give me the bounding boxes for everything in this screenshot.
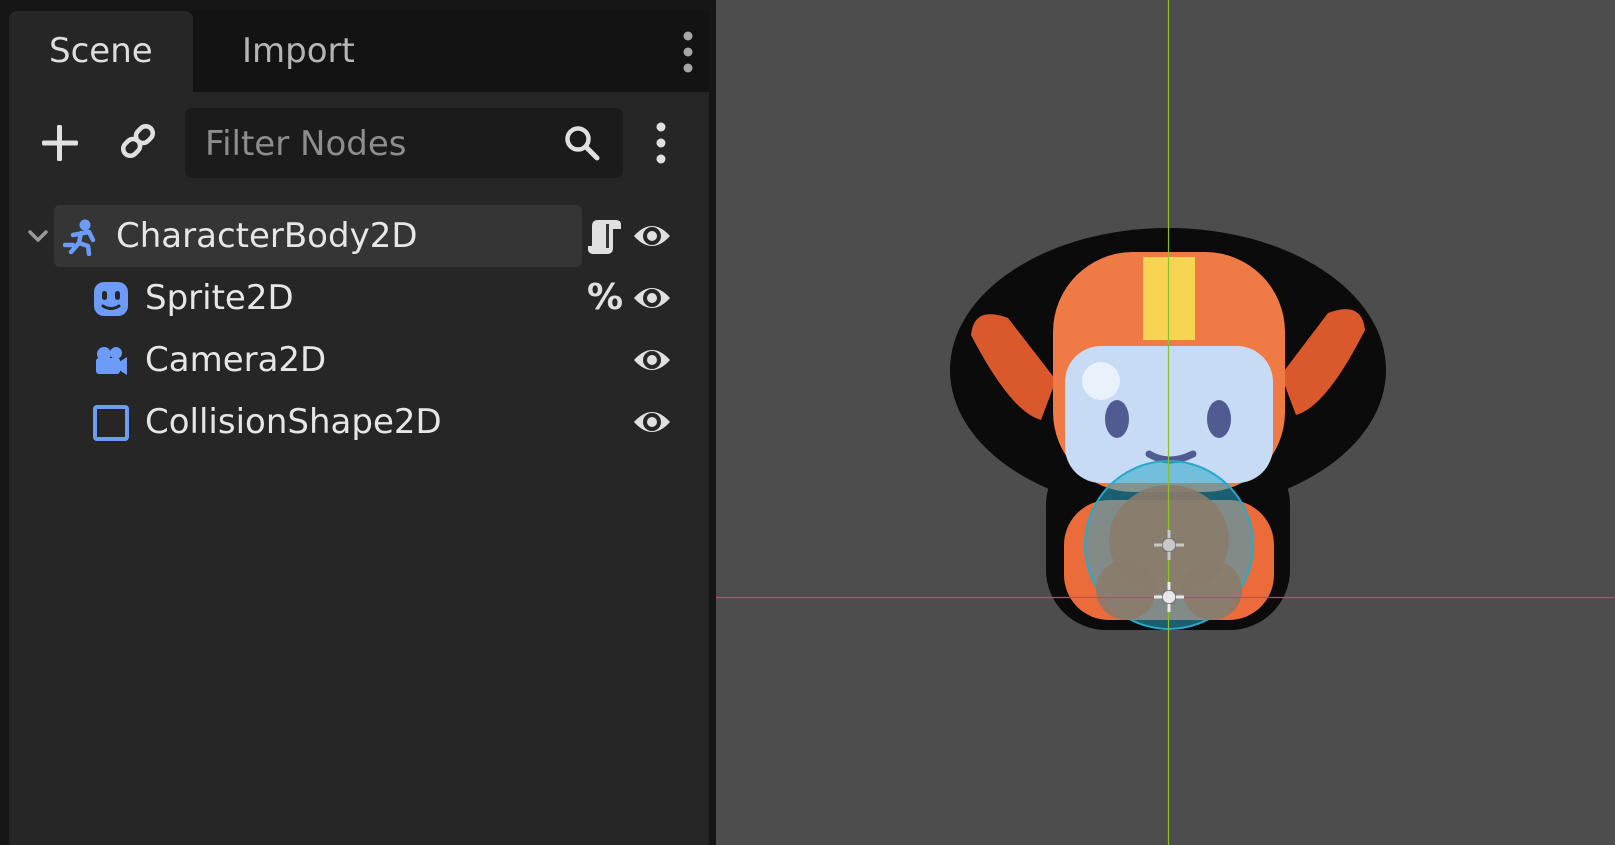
tree-item-collisionshape2d[interactable]: CollisionShape2D [9,391,709,453]
tree-item-camera2d[interactable]: Camera2D [9,329,709,391]
script-icon[interactable] [586,216,622,256]
dock-tab-bar: Scene Import [9,11,709,92]
plus-icon [42,125,78,161]
node-label: CollisionShape2D [145,402,442,442]
scene-toolbar [9,92,709,192]
node-label: Camera2D [145,340,327,380]
sprite-foot-right [1182,560,1242,620]
scene-dock: Scene Import Filter Nodes CharacterBody2… [0,0,716,845]
right-eye [1207,400,1231,438]
instantiate-scene-button[interactable] [117,120,159,162]
character-body-2d-icon [63,219,96,256]
vertical-dots-icon [683,31,693,73]
2d-viewport[interactable] [716,0,1615,845]
collision-shape-2d-icon [93,405,129,441]
left-eye [1105,400,1129,438]
add-child-node-button[interactable] [39,122,81,164]
visibility-eye-icon[interactable] [632,406,672,438]
chevron-down-icon[interactable] [27,227,49,245]
filter-nodes-input[interactable] [203,108,537,180]
tree-item-characterbody2d[interactable]: CharacterBody2D [9,205,709,267]
scene-tree-panel: CharacterBody2D [9,92,709,845]
vertical-dots-icon [656,122,666,164]
visibility-eye-icon[interactable] [632,220,672,252]
sprite-2d-icon [94,282,128,316]
tab-import[interactable]: Import [193,11,363,92]
camera-2d-icon [96,347,127,375]
link-icon [120,123,156,159]
viewport-canvas[interactable] [716,0,1615,845]
visibility-eye-icon[interactable] [632,282,672,314]
search-icon [565,126,600,161]
node-label: CharacterBody2D [116,216,418,256]
node-label: Sprite2D [145,278,294,318]
visibility-eye-icon[interactable] [632,344,672,376]
dock-splitter[interactable] [709,0,716,845]
tree-item-sprite2d[interactable]: Sprite2D % [9,267,709,329]
tab-scene[interactable]: Scene [9,11,193,92]
filter-nodes-field[interactable] [185,108,623,180]
face-highlight [1082,362,1120,400]
unique-name-icon[interactable]: % [587,267,623,329]
tab-menu-button[interactable] [679,29,697,75]
scene-tree-menu-button[interactable] [652,120,670,166]
sprite-foot-left [1096,560,1156,620]
